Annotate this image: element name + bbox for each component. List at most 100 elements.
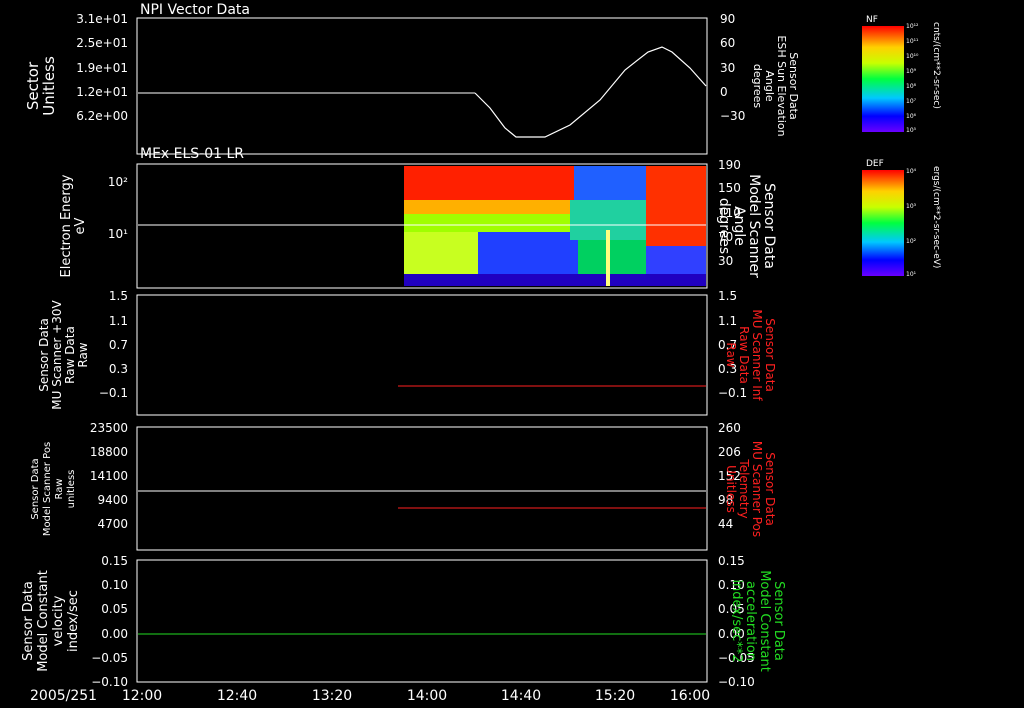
axis-label-line: Model Scanner	[746, 174, 762, 278]
colorbar-title: NF	[866, 15, 878, 25]
tick-label: −0.10	[91, 675, 128, 689]
tick-label: 90	[720, 12, 735, 26]
tick-label: 10⁹	[906, 68, 917, 75]
colorbar-gradient	[862, 170, 904, 276]
time-tick: 14:00	[407, 688, 447, 704]
axis-label-line: unitless	[66, 470, 77, 509]
colorbar-ticks: 10⁴ 10³ 10² 10¹	[906, 168, 917, 278]
spectrogram-band	[404, 200, 574, 214]
spectrogram-mid	[404, 214, 574, 232]
colorbar-nf: NF 10¹² 10¹¹ 10¹⁰ 10⁹ 10⁸ 10⁷ 10⁶ 10⁵ cn…	[862, 15, 941, 134]
tick-label: −30	[720, 109, 745, 123]
panel-1: NPI Vector Data 3.1e+01 2.5e+01 1.9e+01 …	[24, 2, 800, 155]
panel-1-title: NPI Vector Data	[140, 2, 250, 18]
spectrogram-spike	[606, 230, 610, 286]
tick-label: 44	[718, 517, 733, 531]
panel-2: MEx ELS-01 LR 10² 10¹ 190 150 110 70 30	[59, 146, 777, 289]
tick-label: 10³	[906, 203, 917, 210]
tick-label: 10¹	[906, 271, 917, 278]
tick-label: 206	[718, 445, 741, 459]
panel-3: 1.5 1.1 0.7 0.3 −0.1 1.5 1.1 0.7 0.3 −0.…	[37, 289, 777, 416]
panel-5-left-label: Sensor Data Model Constant velocity inde…	[21, 570, 81, 672]
tick-label: 0.15	[101, 554, 128, 568]
axis-label-line: MU Scanner Inf	[750, 309, 764, 401]
tick-label: 10²	[906, 238, 917, 245]
axis-label-line: Raw Data	[63, 326, 77, 384]
panel-4-left-ticks: 23500 18800 14100 9400 4700	[90, 421, 128, 531]
axis-label-line: Unitless	[724, 465, 738, 513]
colorbar-ticks: 10¹² 10¹¹ 10¹⁰ 10⁹ 10⁸ 10⁷ 10⁶ 10⁵	[906, 23, 919, 134]
panel-2-left-label: Electron Energy eV	[59, 174, 88, 277]
tick-label: 1.9e+01	[76, 61, 128, 75]
tick-label: 10²	[108, 175, 128, 189]
tick-label: 190	[718, 158, 741, 172]
panel-5-right-label: Sensor Data Model Constant acceleration …	[729, 570, 786, 672]
axis-label-line: Model Scanner Pos	[42, 442, 53, 536]
axis-label-line: Electron Energy	[59, 174, 74, 277]
tick-label: 1.1	[718, 314, 737, 328]
panel-1-right-label: Sensor Data ESH Sun Elevation Angle degr…	[751, 35, 800, 136]
axis-label-line: Sensor Data	[761, 183, 777, 269]
tick-label: 10¹⁰	[906, 53, 919, 60]
tick-label: 1.1	[109, 314, 128, 328]
sun-elevation-line	[474, 46, 707, 138]
tick-label: 4700	[97, 517, 128, 531]
tick-label: 10⁶	[906, 113, 917, 120]
tick-label: 30	[718, 254, 733, 268]
axis-label-line: MU Scanner +30V	[50, 300, 64, 410]
axis-label-line: eV	[73, 217, 88, 234]
tick-label: 0	[720, 85, 728, 99]
panel-5: 0.15 0.10 0.05 0.00 −0.05 −0.10 0.15 0.1…	[21, 554, 786, 689]
tick-label: 0.10	[101, 578, 128, 592]
axis-label-line: Sensor Data	[763, 452, 777, 526]
panel-1-left-label: Sector Unitless	[24, 56, 58, 116]
tick-label: 1.5	[718, 289, 737, 303]
axis-label-line: Angle	[731, 206, 747, 246]
axis-label-line: Sensor Data	[771, 581, 786, 661]
axis-label-line: degrees	[751, 64, 764, 109]
panel-4-left-label: Sensor Data Model Scanner Pos Raw unitle…	[30, 442, 77, 536]
axis-label-line: acceleration	[743, 581, 758, 661]
tick-label: 3.1e+01	[76, 12, 128, 26]
tick-label: 10¹²	[906, 23, 919, 30]
time-tick: 14:40	[501, 688, 541, 704]
tick-label: 1.2e+01	[76, 85, 128, 99]
tick-label: 10⁵	[906, 127, 917, 134]
axis-label-line: Sensor Data	[30, 458, 41, 519]
panel-3-frame	[136, 294, 708, 416]
panel-4: 23500 18800 14100 9400 4700 260 206 152 …	[30, 421, 777, 551]
axis-label-line: velocity	[51, 595, 66, 646]
axis-label-line: Sensor Data	[21, 581, 36, 661]
panel-1-left-ticks: 3.1e+01 2.5e+01 1.9e+01 1.2e+01 6.2e+00	[76, 12, 128, 123]
panel-2-left-ticks: 10² 10¹	[108, 175, 128, 241]
time-tick: 15:20	[595, 688, 635, 704]
panel-1-frame	[136, 17, 708, 155]
tick-label: 10⁸	[906, 83, 917, 90]
axis-label-line: index/sec**2	[729, 579, 744, 662]
panel-4-frame	[136, 426, 708, 551]
axis-label-line: index/sec	[66, 590, 81, 652]
date-label: 2005/251	[30, 688, 97, 704]
time-tick: 12:40	[217, 688, 257, 704]
axis-label-line: Model Constant	[757, 570, 772, 672]
panel-5-frame	[136, 559, 708, 683]
time-axis: 2005/251 12:00 12:40 13:20 14:00 14:40 1…	[30, 688, 710, 704]
axis-label-line: Sensor Data	[37, 318, 51, 392]
panel-2-title: MEx ELS-01 LR	[140, 146, 244, 162]
spectrogram-bottom	[404, 274, 706, 286]
tick-label: 150	[718, 181, 741, 195]
tick-label: −0.1	[99, 386, 128, 400]
colorbar-def: DEF 10⁴ 10³ 10² 10¹ ergs/(cm**2-sr-sec-e…	[862, 159, 941, 278]
tick-label: 0.05	[101, 602, 128, 616]
panel-3-left-ticks: 1.5 1.1 0.7 0.3 −0.1	[99, 289, 128, 400]
tick-label: 23500	[90, 421, 128, 435]
tick-label: 9400	[97, 493, 128, 507]
tick-label: 0.7	[109, 338, 128, 352]
axis-label-line: Raw	[724, 342, 738, 367]
axis-label-line: MU Scanner Pos	[750, 441, 764, 537]
axis-label-line: Unitless	[40, 56, 58, 116]
tick-label: 0.00	[101, 627, 128, 641]
spectrogram-low-left	[404, 232, 478, 274]
axis-label-line: Model Constant	[36, 570, 51, 672]
tick-label: 10⁴	[906, 168, 917, 175]
